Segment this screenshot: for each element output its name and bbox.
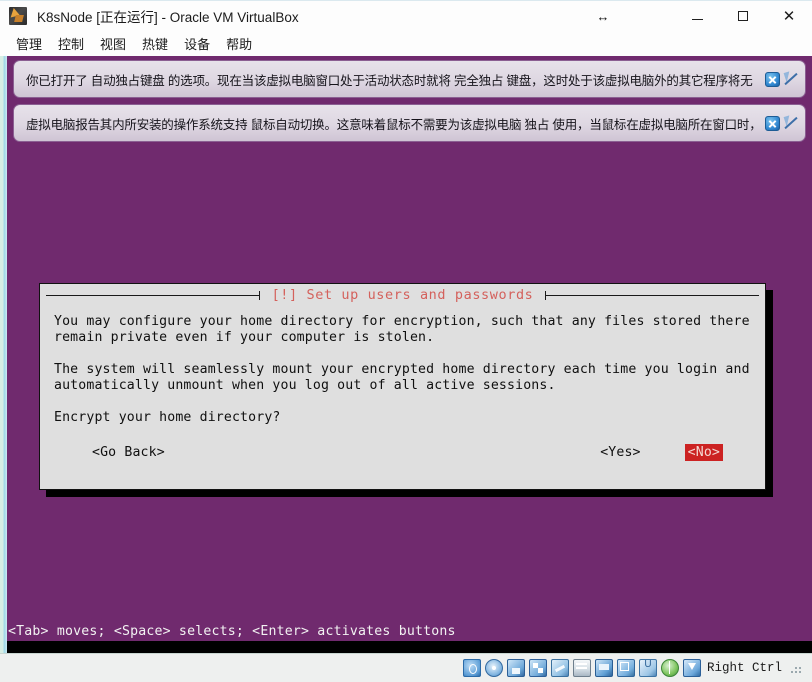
notification-mouse-integration-actions [765, 115, 801, 131]
menu-bar: 管理 控制 视图 热键 设备 帮助 [0, 31, 812, 56]
shared-folders-icon[interactable] [572, 659, 591, 677]
dialog-rule-right [545, 290, 759, 300]
optical-disk-icon[interactable] [484, 659, 503, 677]
close-icon[interactable] [765, 71, 780, 87]
menu-item-devices[interactable]: 设备 [176, 32, 218, 55]
vrdp-icon[interactable] [638, 659, 657, 677]
notification-keyboard-capture-text: 你已打开了 自动独占键盘 的选项。现在当该虚拟电脑窗口处于活动状态时就将 完全独… [26, 73, 753, 88]
dialog-title-row: [!] Set up users and passwords [40, 286, 765, 304]
menu-item-control[interactable]: 控制 [50, 32, 92, 55]
status-bar-icons [462, 659, 701, 677]
vm-screen[interactable]: 你已打开了 自动独占键盘 的选项。现在当该虚拟电脑窗口处于活动状态时就将 完全独… [7, 56, 812, 653]
vm-hint-line: <Tab> moves; <Space> selects; <Enter> ac… [8, 624, 456, 639]
maximize-button[interactable] [720, 1, 766, 31]
network-icon[interactable] [528, 659, 547, 677]
close-icon[interactable] [765, 115, 780, 131]
virtualbox-status-bar: Right Ctrl [0, 653, 812, 682]
dialog-paragraph-2: The system will seamlessly mount your en… [54, 362, 750, 393]
menu-item-help[interactable]: 帮助 [218, 32, 260, 55]
menu-item-hotkeys[interactable]: 热键 [134, 32, 176, 55]
go-back-button[interactable]: <Go Back> [92, 445, 165, 460]
dialog-body: You may configure your home directory fo… [54, 314, 753, 426]
globe-icon[interactable] [660, 659, 679, 677]
minimize-button[interactable] [674, 1, 720, 31]
vm-frame-left-edge [0, 56, 7, 653]
setup-users-passwords-dialog: [!] Set up users and passwords You may c… [39, 283, 766, 490]
cursor-disabled-icon[interactable] [783, 71, 798, 87]
notification-keyboard-capture-actions [765, 71, 801, 87]
recording-icon[interactable] [616, 659, 635, 677]
host-key-icon[interactable] [682, 659, 701, 677]
virtualbox-icon [9, 7, 27, 25]
title-bar: K8sNode [正在运行] - Oracle VM VirtualBox ↔ … [0, 0, 812, 31]
hard-disk-icon[interactable] [462, 659, 481, 677]
host-key-label: Right Ctrl [706, 661, 782, 675]
dialog-button-row: <Go Back> <Yes> <No> [54, 444, 751, 461]
dialog-paragraph-1: You may configure your home directory fo… [54, 314, 750, 345]
resize-grip[interactable] [790, 662, 802, 674]
no-button[interactable]: <No> [684, 444, 723, 461]
yes-button[interactable]: <Yes> [600, 445, 640, 460]
dialog-rule-left [46, 290, 260, 300]
virtualbox-window: K8sNode [正在运行] - Oracle VM VirtualBox ↔ … [0, 0, 812, 682]
dialog-title: [!] Set up users and passwords [271, 287, 534, 303]
dialog-question: Encrypt your home directory? [54, 410, 281, 425]
usb-icon[interactable] [550, 659, 569, 677]
floppy-disk-icon[interactable] [506, 659, 525, 677]
menu-item-view[interactable]: 视图 [92, 32, 134, 55]
window-title: K8sNode [正在运行] - Oracle VM VirtualBox [37, 10, 299, 25]
menu-item-manage[interactable]: 管理 [8, 32, 50, 55]
notification-keyboard-capture: 你已打开了 自动独占键盘 的选项。现在当该虚拟电脑窗口处于活动状态时就将 完全独… [13, 60, 806, 98]
notification-mouse-integration: 虚拟电脑报告其内所安装的操作系统支持 鼠标自动切换。这意味着鼠标不需要为该虚拟电… [13, 104, 806, 142]
vm-bottom-strip [7, 641, 812, 653]
display-icon[interactable] [594, 659, 613, 677]
resize-arrow-icon[interactable]: ↔ [588, 1, 618, 31]
close-button[interactable]: ✕ [766, 1, 812, 31]
vm-frame: 你已打开了 自动独占键盘 的选项。现在当该虚拟电脑窗口处于活动状态时就将 完全独… [0, 56, 812, 653]
notification-mouse-integration-text: 虚拟电脑报告其内所安装的操作系统支持 鼠标自动切换。这意味着鼠标不需要为该虚拟电… [26, 117, 762, 132]
cursor-disabled-icon[interactable] [783, 115, 798, 131]
